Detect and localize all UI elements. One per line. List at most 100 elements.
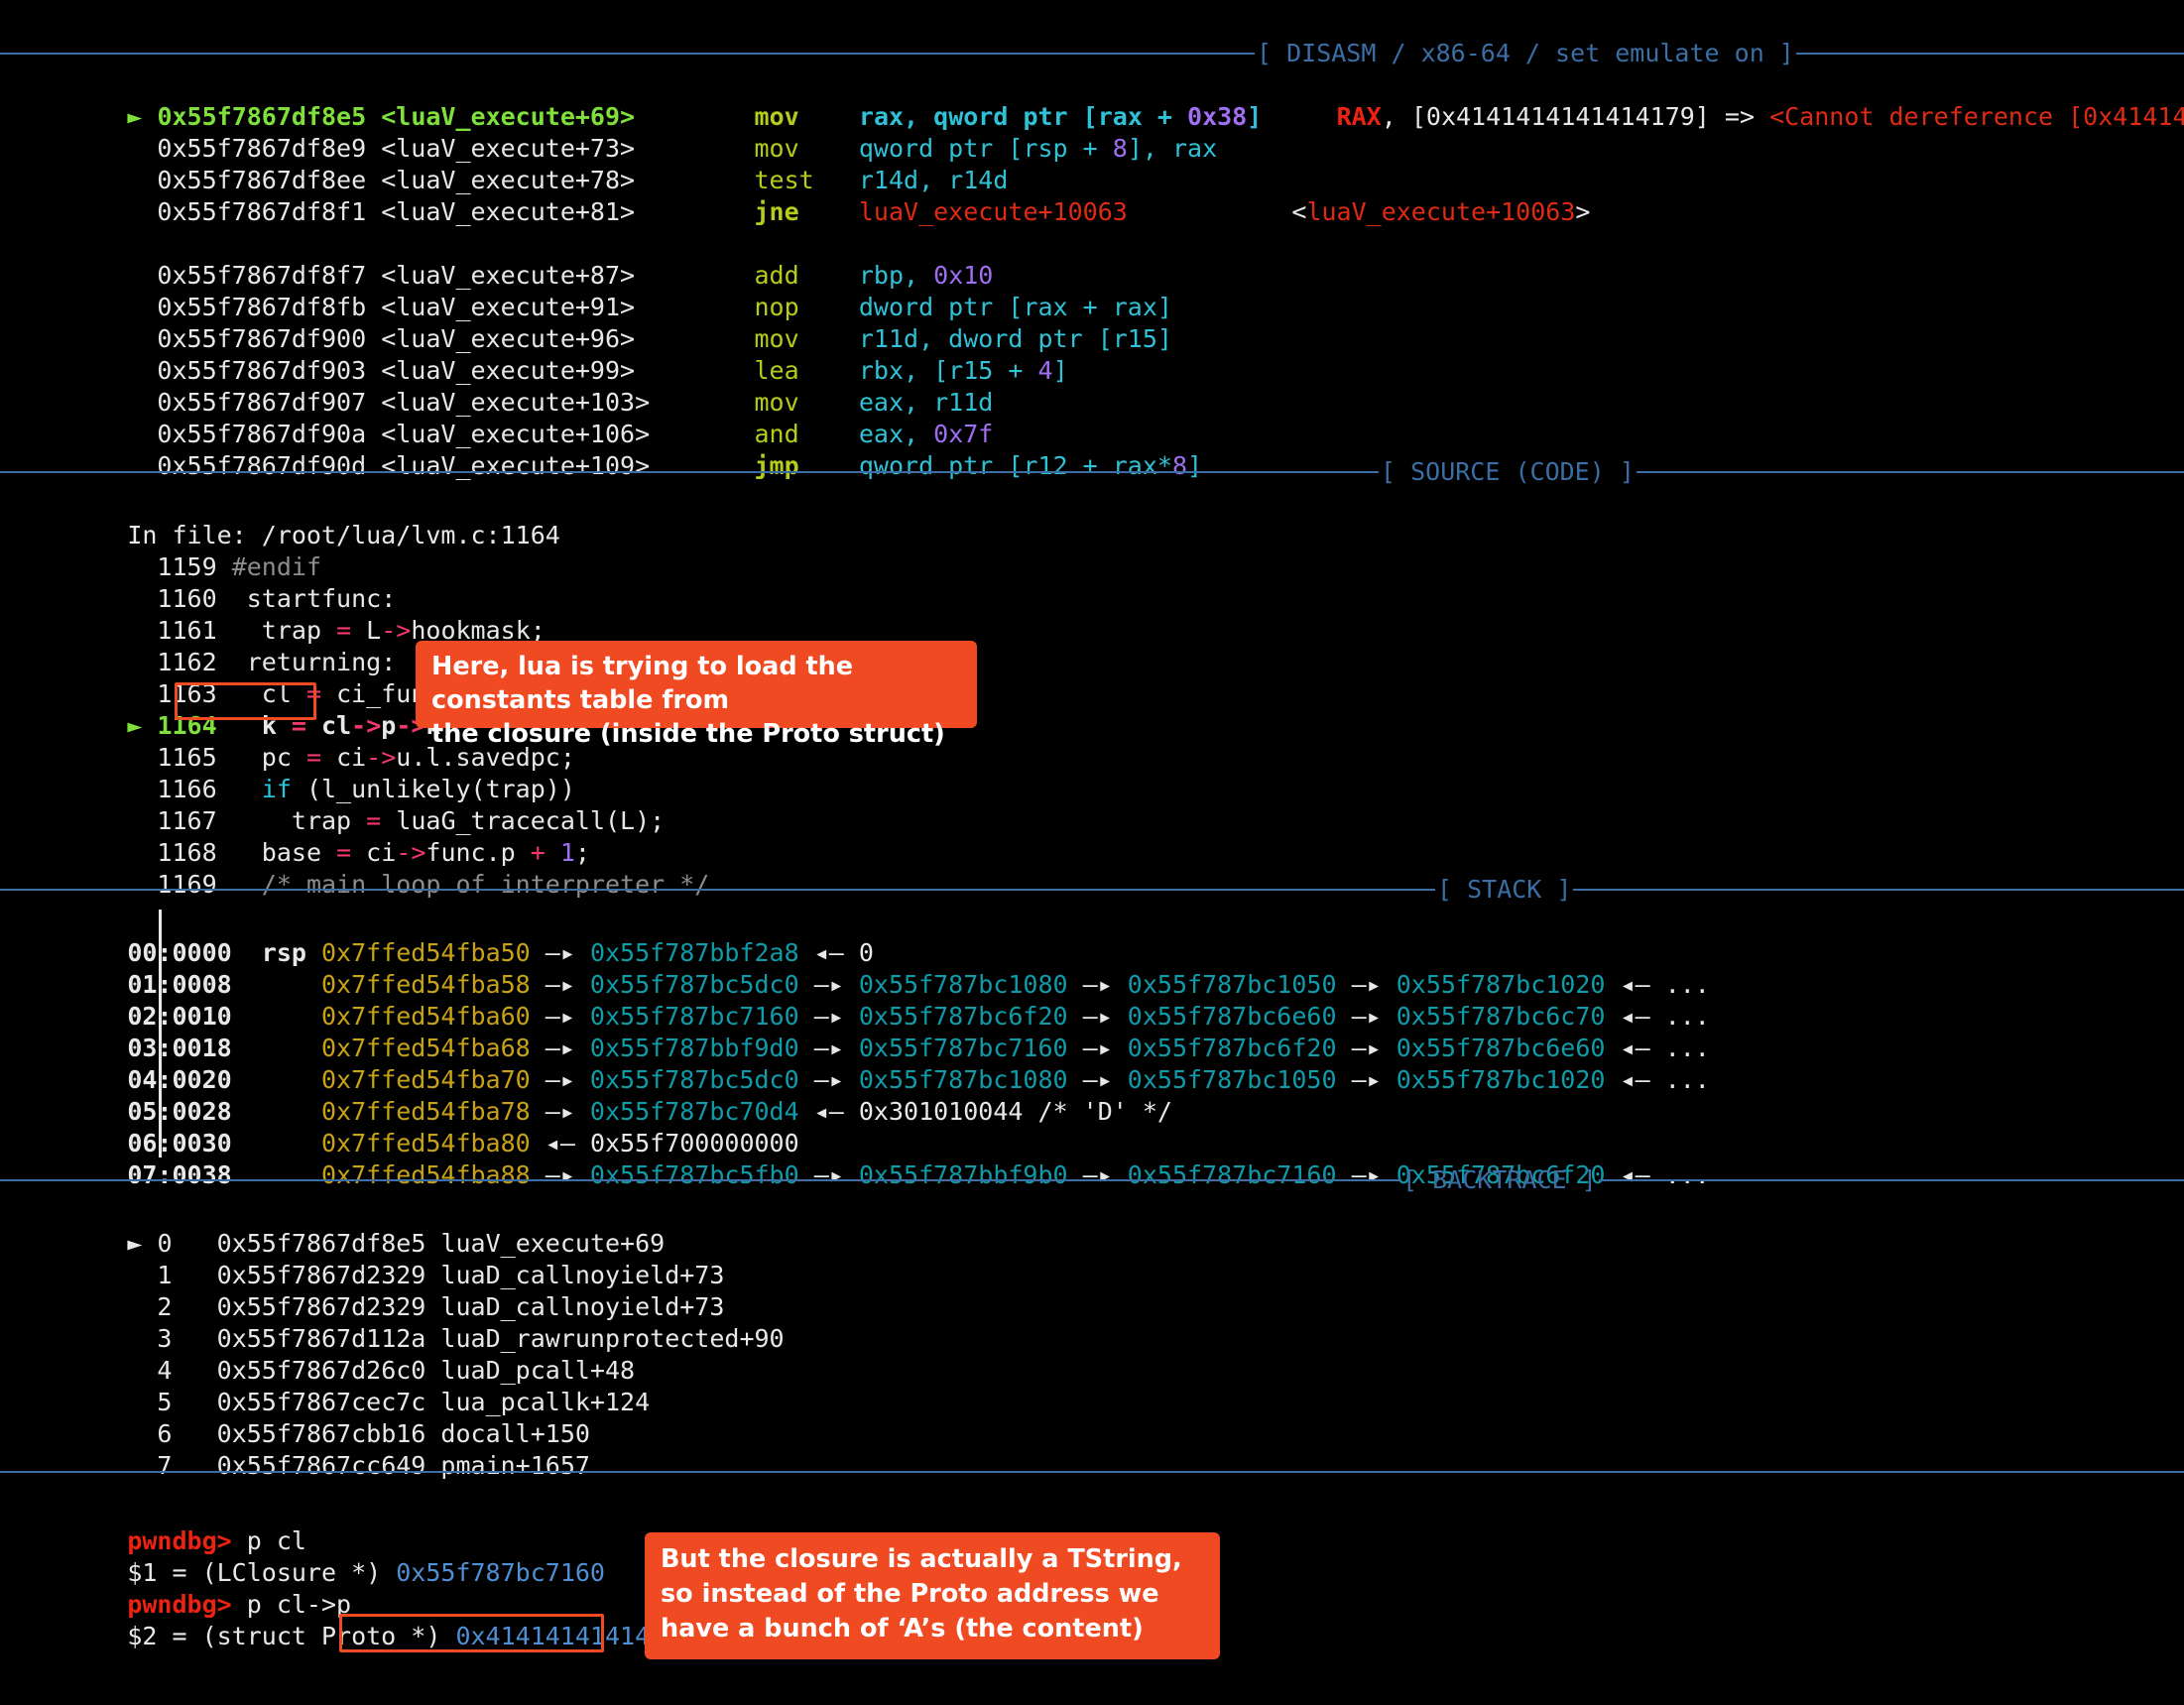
- stack-chain-value: 0x55f787bc6c70: [1396, 1002, 1606, 1031]
- console-command-text: p cl: [232, 1526, 306, 1555]
- disasm-row[interactable]: 0x55f7867df8f7 <luaV_execute+87> add rbp…: [0, 228, 2184, 260]
- disasm-panel: ► 0x55f7867df8e5 <luaV_execute+69> mov r…: [0, 69, 2184, 450]
- stack-section-separator: [ STACK ]: [0, 874, 2184, 906]
- disasm-address: 0x55f7867df900: [157, 324, 366, 353]
- stack-chain-value: 0x55f787bc6e60: [1396, 1034, 1606, 1062]
- disasm-mnemonic: mov: [755, 324, 799, 353]
- disasm-mnemonic: nop: [755, 293, 799, 321]
- source-line-number: 1165: [157, 743, 216, 772]
- frame-symbol: luaD_rawrunprotected+90: [440, 1324, 784, 1353]
- stack-tail-arrow: ◂—: [1621, 1002, 1650, 1031]
- stack-chain-value: 0x55f787bc5dc0: [590, 1065, 799, 1094]
- console-section-separator: [0, 1456, 2184, 1488]
- disasm-address: 0x55f7867df8ee: [157, 166, 366, 194]
- annotation-callout-tstring: But the closure is actually a TString, s…: [645, 1532, 1220, 1659]
- backtrace-panel: ► 0 0x55f7867df8e5 luaV_execute+69 1 0x5…: [0, 1196, 2184, 1450]
- disasm-symbol: <luaV_execute+87>: [381, 261, 635, 290]
- console-command-text: p cl->p: [232, 1590, 351, 1619]
- rip-arrow: ◂—: [665, 17, 694, 18]
- disasm-section-separator: [ DISASM / x86-64 / set emulate on ]: [0, 38, 2184, 69]
- stack-tail-arrow: ◂—: [1621, 1065, 1650, 1094]
- disasm-row[interactable]: ► 0x55f7867df8e5 <luaV_execute+69> mov r…: [0, 69, 2184, 101]
- disasm-address: 0x55f7867df907: [157, 388, 366, 417]
- stack-chain-value: 0x55f787bc1020: [1396, 1065, 1606, 1094]
- rip-symbol: (luaV_execute+69): [396, 17, 650, 18]
- current-source-line-arrow: ►: [127, 711, 142, 740]
- stack-chain-value: 0x55f787bbf9d0: [590, 1034, 799, 1062]
- stack-chain-value: 0x55f787bc70d4: [590, 1097, 799, 1126]
- stack-tail-arrow: ◂—: [1621, 970, 1650, 999]
- stack-chain-value: 0x55f787bc1050: [1128, 970, 1337, 999]
- stack-chain-value: 0x55f787bc6f20: [1128, 1034, 1337, 1062]
- disasm-symbol: <luaV_execute+106>: [381, 420, 650, 448]
- backtrace-section-separator: [ BACKTRACE ]: [0, 1164, 2184, 1196]
- frame-symbol: luaD_pcall+48: [440, 1356, 635, 1385]
- frame-address: 0x55f7867cec7c: [217, 1388, 426, 1416]
- disasm-mnemonic: lea: [755, 356, 799, 385]
- disasm-address: 0x55f7867df8e5: [157, 102, 366, 131]
- frame-number: 4: [157, 1356, 172, 1385]
- annotation-line: the closure (inside the Proto struct): [431, 717, 961, 751]
- source-line-number: 1164: [157, 711, 216, 740]
- stack-chain-value: 0x55f787bc7160: [859, 1034, 1068, 1062]
- stack-tail-value: ...: [1665, 1002, 1710, 1031]
- source-line-number: 1168: [157, 838, 216, 867]
- stack-tail-arrow: ◂—: [814, 1097, 844, 1126]
- stack-offset: 03:0018: [127, 1034, 231, 1062]
- frame-address: 0x55f7867d26c0: [217, 1356, 426, 1385]
- disasm-mnemonic: test: [755, 166, 814, 194]
- disasm-symbol: <luaV_execute+103>: [381, 388, 650, 417]
- stack-offset: 05:0028: [127, 1097, 231, 1126]
- disasm-branch-target: luaV_execute+10063: [859, 197, 1128, 226]
- stack-chain-value: 0x55f787bbf2a8: [590, 938, 799, 967]
- disasm-address: 0x55f7867df8f7: [157, 261, 366, 290]
- stack-address: 0x7ffed54fba80: [321, 1129, 531, 1157]
- stack-panel: 00:0000 rsp 0x7ffed54fba50 —▸ 0x55f787bb…: [0, 906, 2184, 1159]
- stack-address: 0x7ffed54fba70: [321, 1065, 531, 1094]
- source-line-text: startfunc:: [232, 584, 397, 613]
- disasm-address: 0x55f7867df903: [157, 356, 366, 385]
- console-output-prefix: $1 = (LClosure *): [127, 1558, 396, 1587]
- disasm-symbol: <luaV_execute+73>: [381, 134, 635, 163]
- stack-address: 0x7ffed54fba78: [321, 1097, 531, 1126]
- disasm-symbol: <luaV_execute+78>: [381, 166, 635, 194]
- disasm-address: 0x55f7867df8f1: [157, 197, 366, 226]
- rip-address: 0x55f7867df8e5: [172, 17, 381, 18]
- stack-tail-arrow: ◂—: [1621, 1034, 1650, 1062]
- frame-address: 0x55f7867df8e5: [217, 1229, 426, 1258]
- frame-address: 0x55f7867d2329: [217, 1261, 426, 1289]
- console-output-value: 0x55f787bc7160: [396, 1558, 605, 1587]
- console-command-line[interactable]: pwndbg> p cl: [0, 1494, 2184, 1525]
- disasm-address: 0x55f7867df8fb: [157, 293, 366, 321]
- source-line-number: 1166: [157, 775, 216, 803]
- source-line[interactable]: 1160 startfunc:: [0, 551, 2184, 583]
- disasm-address: 0x55f7867df8e9: [157, 134, 366, 163]
- stack-offset: 01:0008: [127, 970, 231, 999]
- source-line-number: 1159: [157, 552, 216, 581]
- annotation-line: But the closure is actually a TString,: [661, 1542, 1204, 1577]
- frame-symbol: luaD_callnoyield+73: [440, 1261, 724, 1289]
- disasm-symbol: <luaV_execute+96>: [381, 324, 635, 353]
- emulate-reg: RAX: [1337, 102, 1382, 131]
- stack-offset: 02:0010: [127, 1002, 231, 1031]
- stack-address: 0x7ffed54fba58: [321, 970, 531, 999]
- stack-address: 0x7ffed54fba60: [321, 1002, 531, 1031]
- stack-tail-value: ...: [1665, 1065, 1710, 1094]
- stack-chain-value: 0x55f787bc1050: [1128, 1065, 1337, 1094]
- frame-number: 2: [157, 1292, 172, 1321]
- frame-symbol: luaD_callnoyield+73: [440, 1292, 724, 1321]
- console-prompt: pwndbg>: [127, 1590, 231, 1619]
- stack-offset: 04:0020: [127, 1065, 231, 1094]
- console-prompt: pwndbg>: [127, 1526, 231, 1555]
- backtrace-row[interactable]: ► 0 0x55f7867df8e5 luaV_execute+69: [0, 1196, 2184, 1228]
- annotation-line: so instead of the Proto address we: [661, 1577, 1204, 1612]
- stack-row[interactable]: 00:0000 rsp 0x7ffed54fba50 —▸ 0x55f787bb…: [0, 906, 2184, 937]
- disasm-symbol: <luaV_execute+69>: [381, 102, 635, 131]
- disasm-symbol: <luaV_execute+91>: [381, 293, 635, 321]
- disasm-mnemonic: mov: [755, 388, 799, 417]
- cut-off-rip-line: RIP 0x55f7867df8e5 (luaV_execute+69) ◂— …: [0, 0, 2184, 18]
- frame-number: 6: [157, 1419, 172, 1448]
- source-line-number: 1167: [157, 806, 216, 835]
- stack-chain-value: 0x55f787bc1080: [859, 970, 1068, 999]
- disasm-mnemonic: mov: [755, 134, 799, 163]
